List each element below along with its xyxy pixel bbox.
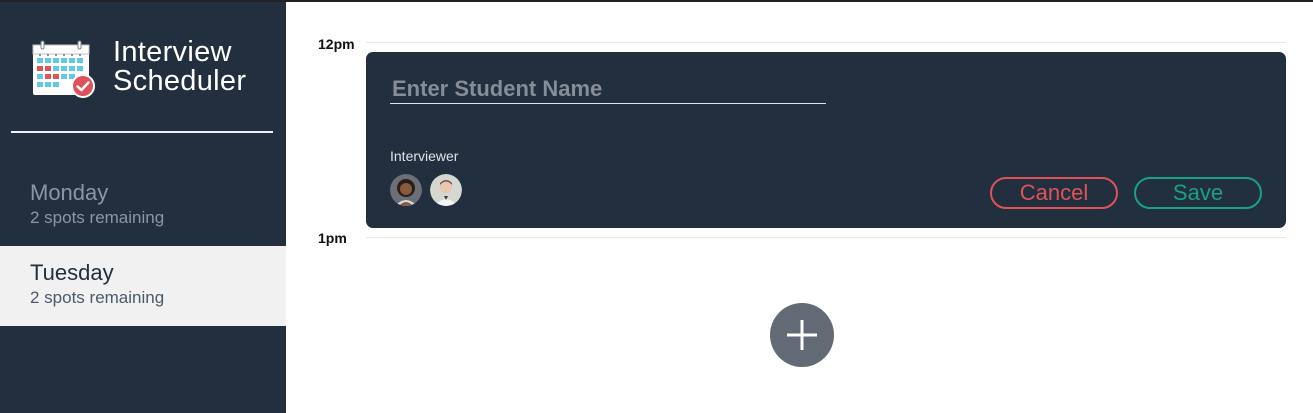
interviewer-label: Interviewer — [390, 148, 459, 164]
time-label-12pm: 12pm — [318, 36, 355, 52]
time-label-1pm: 1pm — [318, 230, 347, 246]
save-button[interactable]: Save — [1134, 177, 1262, 209]
add-appointment-button[interactable] — [770, 303, 834, 367]
student-name-input[interactable] — [390, 74, 826, 104]
day-spots-remaining: 2 spots remaining — [30, 208, 165, 227]
avatar-image-1 — [390, 174, 422, 206]
day-list-item-monday[interactable]: Monday 2 spots remaining — [0, 166, 286, 246]
calendar-check-icon — [32, 40, 95, 98]
appointment-form: Interviewer Cancel — [366, 52, 1286, 228]
day-name: Tuesday — [30, 260, 114, 285]
time-separator — [366, 42, 1286, 43]
sidebar: Interview Scheduler Monday 2 spots remai… — [0, 2, 286, 413]
plus-icon — [787, 320, 817, 350]
app-title: Interview Scheduler — [113, 38, 246, 96]
avatar-image-2 — [430, 174, 462, 206]
interviewer-avatar-2[interactable] — [430, 174, 462, 206]
brand: Interview Scheduler — [32, 38, 272, 104]
app-root: Interview Scheduler Monday 2 spots remai… — [0, 0, 1313, 413]
cancel-button[interactable]: Cancel — [990, 177, 1118, 209]
time-separator — [366, 237, 1286, 238]
day-name: Monday — [30, 180, 109, 205]
app-title-line2: Scheduler — [113, 65, 247, 97]
day-list-item-tuesday[interactable]: Tuesday 2 spots remaining — [0, 246, 286, 326]
sidebar-divider — [11, 131, 273, 133]
interviewer-avatar-1[interactable] — [390, 174, 422, 206]
day-spots-remaining: 2 spots remaining — [30, 288, 165, 307]
app-title-line1: Interview — [113, 36, 232, 68]
